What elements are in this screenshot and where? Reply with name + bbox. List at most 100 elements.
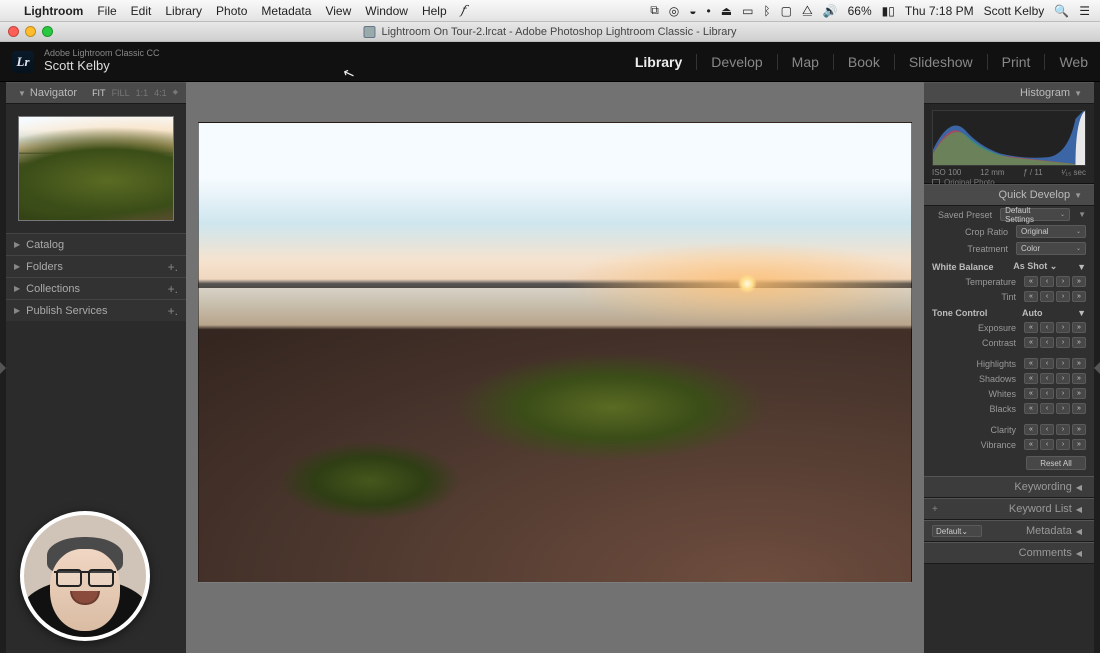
- right-panel-toggle[interactable]: [1094, 82, 1100, 653]
- window-close-button[interactable]: [8, 26, 19, 37]
- right-panel: Histogram ▼ ISO 100 12 mm ƒ / 11 ¹⁄₁₅ se…: [924, 82, 1094, 653]
- menu-view[interactable]: View: [325, 4, 351, 18]
- add-collection-button[interactable]: +.: [168, 282, 178, 296]
- treatment-dropdown[interactable]: Color ⌄: [1016, 242, 1086, 255]
- disclosure-triangle-icon[interactable]: ▼: [1078, 210, 1086, 219]
- shadows-stepper[interactable]: «‹›»: [1024, 373, 1086, 384]
- metadata-header[interactable]: Default ⌄ Metadata ◀: [924, 520, 1094, 542]
- add-folder-button[interactable]: +.: [168, 260, 178, 274]
- histogram-header[interactable]: Histogram ▼: [924, 82, 1094, 104]
- window-zoom-button[interactable]: [42, 26, 53, 37]
- histogram-plot[interactable]: [932, 110, 1086, 166]
- comments-header[interactable]: Comments ◀: [924, 542, 1094, 564]
- menu-file[interactable]: File: [97, 4, 116, 18]
- step-big-down[interactable]: «: [1024, 291, 1038, 302]
- zoom-fit[interactable]: FIT: [92, 88, 106, 98]
- step-down[interactable]: ‹: [1040, 291, 1054, 302]
- navigator-header[interactable]: ▼Navigator FIT FILL 1:1 4:1 ◆: [6, 82, 186, 104]
- keywording-header[interactable]: Keywording ◀: [924, 476, 1094, 498]
- clock[interactable]: Thu 7:18 PM: [905, 4, 974, 18]
- step-big-up[interactable]: »: [1072, 276, 1086, 287]
- crop-ratio-label: Crop Ratio: [932, 227, 1012, 237]
- eject-icon[interactable]: ⏏: [721, 4, 732, 18]
- metadata-preset-dropdown[interactable]: Default ⌄: [932, 525, 982, 537]
- menu-library[interactable]: Library: [165, 4, 202, 18]
- step-down[interactable]: ‹: [1040, 276, 1054, 287]
- menu-edit[interactable]: Edit: [131, 4, 152, 18]
- menu-window[interactable]: Window: [365, 4, 408, 18]
- module-library[interactable]: Library: [635, 52, 682, 72]
- dot-status-icon[interactable]: •: [707, 4, 711, 18]
- zoom-fill[interactable]: FILL: [112, 88, 130, 98]
- disclosure-triangle-icon[interactable]: ▼: [1077, 262, 1086, 272]
- whites-stepper[interactable]: «‹›»: [1024, 388, 1086, 399]
- section-catalog[interactable]: ▶ Catalog: [6, 233, 186, 255]
- collapse-triangle-icon: ▼: [1074, 191, 1082, 200]
- step-big-down[interactable]: «: [1024, 276, 1038, 287]
- section-publish[interactable]: ▶ Publish Services +.: [6, 299, 186, 321]
- app-menu[interactable]: Lightroom: [24, 4, 83, 18]
- temperature-stepper[interactable]: «‹›»: [1024, 276, 1086, 287]
- menu-photo[interactable]: Photo: [216, 4, 247, 18]
- white-balance-dropdown[interactable]: As Shot ⌄: [1013, 261, 1057, 272]
- menu-metadata[interactable]: Metadata: [261, 4, 311, 18]
- clarity-stepper[interactable]: «‹›»: [1024, 424, 1086, 435]
- zoom-1-1[interactable]: 1:1: [136, 88, 149, 98]
- add-publish-button[interactable]: +.: [168, 304, 178, 318]
- circle-status-icon[interactable]: ◎: [669, 4, 679, 18]
- wifi-icon[interactable]: ⧋: [802, 3, 813, 18]
- module-develop[interactable]: Develop: [711, 52, 762, 72]
- blacks-stepper[interactable]: «‹›»: [1024, 403, 1086, 414]
- reset-all-button[interactable]: Reset All: [1026, 456, 1086, 470]
- notification-center-icon[interactable]: ☰: [1079, 4, 1090, 18]
- histogram-meta: ISO 100 12 mm ƒ / 11 ¹⁄₁₅ sec: [932, 168, 1086, 177]
- auto-tone-button[interactable]: Auto: [1022, 308, 1043, 318]
- module-web[interactable]: Web: [1059, 52, 1088, 72]
- spotlight-icon[interactable]: 🔍: [1054, 4, 1069, 18]
- identity-plate[interactable]: Adobe Lightroom Classic CC Scott Kelby: [44, 49, 160, 73]
- contrast-stepper[interactable]: «‹›»: [1024, 337, 1086, 348]
- module-print[interactable]: Print: [1002, 52, 1031, 72]
- vibrance-stepper[interactable]: «‹›»: [1024, 439, 1086, 450]
- main-photo[interactable]: [198, 122, 912, 583]
- chevron-right-icon: ▶: [14, 284, 20, 293]
- airplay-icon[interactable]: ▢: [781, 4, 792, 18]
- section-folders[interactable]: ▶ Folders +.: [6, 255, 186, 277]
- saved-preset-dropdown[interactable]: Default Settings ⌄: [1000, 208, 1070, 221]
- script-menu-icon[interactable]: 𝑓: [461, 3, 465, 18]
- step-up[interactable]: ›: [1056, 276, 1070, 287]
- battery-percent[interactable]: 66%: [848, 4, 872, 18]
- keyword-list-header[interactable]: + Keyword List ◀: [924, 498, 1094, 520]
- zoom-4-1[interactable]: 4:1: [154, 88, 167, 98]
- cc-sync-icon[interactable]: ◒: [689, 4, 696, 18]
- tint-stepper[interactable]: «‹›»: [1024, 291, 1086, 302]
- navigator-thumbnail[interactable]: [18, 116, 174, 221]
- bluetooth-icon[interactable]: ᛒ: [763, 4, 770, 18]
- zoom-more-icon[interactable]: ◆: [173, 88, 178, 98]
- crop-ratio-dropdown[interactable]: Original ⌄: [1016, 225, 1086, 238]
- chevron-left-icon: ◀: [1076, 527, 1082, 536]
- module-map[interactable]: Map: [792, 52, 819, 72]
- section-collections[interactable]: ▶ Collections +.: [6, 277, 186, 299]
- module-slideshow[interactable]: Slideshow: [909, 52, 973, 72]
- exposure-stepper[interactable]: «‹›»: [1024, 322, 1086, 333]
- chevron-right-icon: ▶: [14, 240, 20, 249]
- volume-icon[interactable]: 🔊: [823, 4, 838, 18]
- menu-help[interactable]: Help: [422, 4, 447, 18]
- highlights-stepper[interactable]: «‹›»: [1024, 358, 1086, 369]
- loupe-view[interactable]: [186, 82, 924, 653]
- battery-icon[interactable]: ▮▯: [882, 4, 895, 18]
- add-keyword-button[interactable]: +: [932, 504, 938, 515]
- module-book[interactable]: Book: [848, 52, 880, 72]
- keyword-list-title: Keyword List: [1009, 503, 1072, 515]
- dropbox-icon[interactable]: ⧉: [650, 3, 659, 18]
- window-minimize-button[interactable]: [25, 26, 36, 37]
- step-big-up[interactable]: »: [1072, 291, 1086, 302]
- navigator-thumb-area: [6, 104, 186, 233]
- disclosure-triangle-icon[interactable]: ▼: [1077, 308, 1086, 318]
- shadows-label: Shadows: [932, 374, 1020, 384]
- quick-develop-header[interactable]: Quick Develop ▼: [924, 184, 1094, 206]
- user-name[interactable]: Scott Kelby: [984, 4, 1045, 18]
- display-mirror-icon[interactable]: ▭: [742, 4, 753, 18]
- step-up[interactable]: ›: [1056, 291, 1070, 302]
